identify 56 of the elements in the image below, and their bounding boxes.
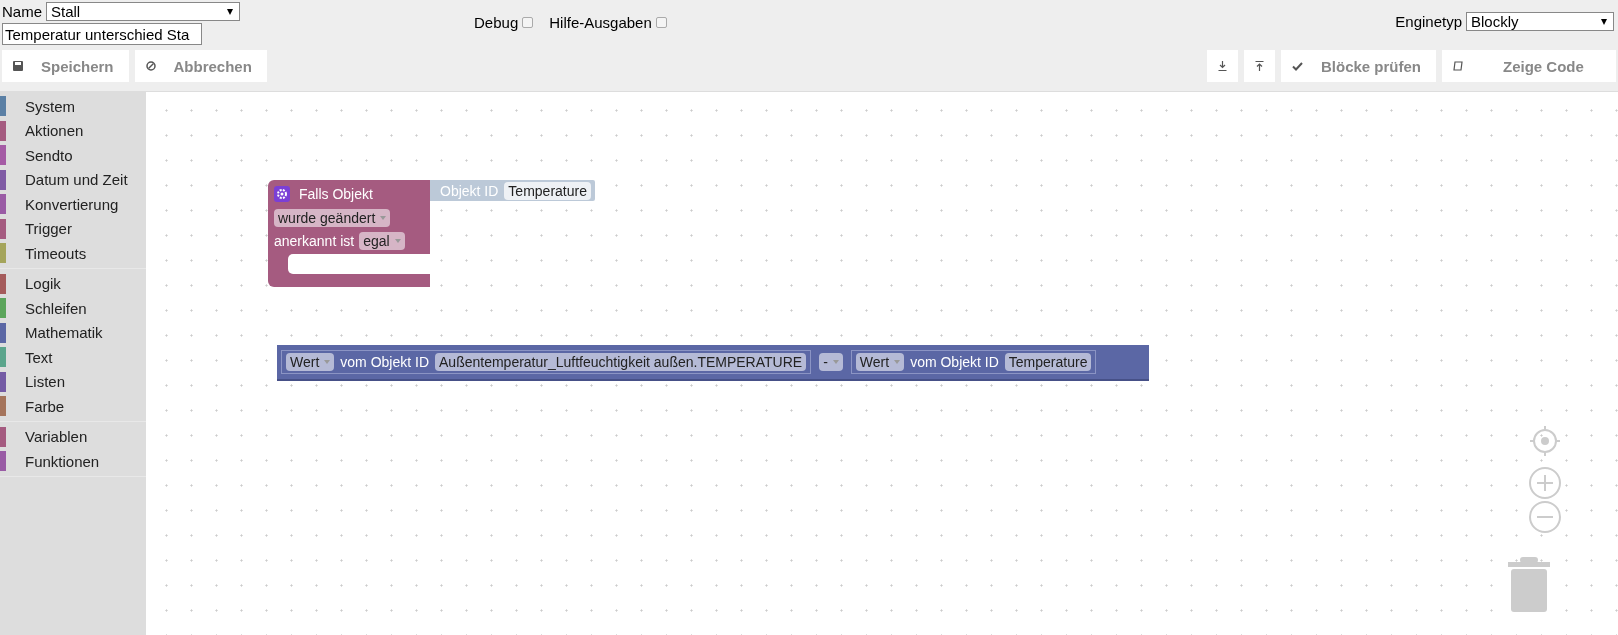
object-value-block[interactable]: Wert vom Objekt ID Außentemperatur_Luftfeuchtigkeit außen.TEMPERATURE xyxy=(281,350,812,374)
engine-dropdown[interactable]: Blockly xyxy=(1466,12,1614,31)
gear-icon xyxy=(274,186,290,202)
object-id-field[interactable]: Temperature xyxy=(504,181,591,200)
category-item[interactable]: Datum und Zeit xyxy=(25,171,128,189)
category-item[interactable]: Mathematik xyxy=(25,324,103,342)
name-label: Name xyxy=(2,3,42,20)
zoom-out-icon[interactable] xyxy=(1529,501,1561,533)
category-item[interactable]: Funktionen xyxy=(25,452,100,470)
category-item[interactable]: Timeouts xyxy=(25,244,87,262)
category-item[interactable]: Schleifen xyxy=(25,299,87,317)
floppy-icon xyxy=(13,61,23,71)
import-button[interactable] xyxy=(1243,50,1275,82)
category-item[interactable]: Aktionen xyxy=(25,122,84,140)
category-item[interactable]: Farbe xyxy=(25,397,65,415)
description-field[interactable]: Temperatur unterschied Sta xyxy=(2,23,202,45)
block-title: Falls Objekt xyxy=(299,186,373,202)
trash-icon[interactable] xyxy=(1508,557,1550,612)
object-id-field[interactable]: Temperature xyxy=(1004,353,1092,371)
help-checkbox[interactable] xyxy=(655,17,667,28)
zoom-in-icon[interactable] xyxy=(1529,467,1561,499)
value-dropdown[interactable]: Wert xyxy=(286,353,335,371)
category-item[interactable]: Listen xyxy=(25,373,66,391)
category-item[interactable]: System xyxy=(25,97,75,115)
recenter-icon[interactable] xyxy=(1529,425,1561,457)
operator-dropdown[interactable]: - xyxy=(819,353,843,371)
check-blocks-button[interactable]: Blöcke prüfen xyxy=(1280,50,1436,82)
object-value-block[interactable]: Wert vom Objekt ID Temperature xyxy=(850,350,1097,374)
export-button[interactable] xyxy=(1206,50,1238,82)
category-item[interactable]: Konvertierung xyxy=(25,195,119,213)
category-item[interactable]: Variablen xyxy=(25,428,88,446)
category-item[interactable]: Text xyxy=(25,348,53,366)
save-button[interactable]: Speichern xyxy=(2,50,129,82)
category-item[interactable]: Logik xyxy=(25,275,61,293)
help-label: Hilfe-Ausgaben xyxy=(549,14,652,31)
object-id-block[interactable]: Objekt ID Temperature xyxy=(430,180,595,201)
category-item[interactable]: Sendto xyxy=(25,146,73,164)
upload-icon xyxy=(1254,61,1264,71)
value-dropdown[interactable]: Wert xyxy=(855,353,905,371)
name-dropdown[interactable]: Stall xyxy=(46,2,240,21)
ban-icon xyxy=(145,61,156,71)
show-code-button[interactable]: Zeige Code xyxy=(1442,50,1616,82)
block-label: anerkannt ist xyxy=(274,233,355,249)
cancel-button[interactable]: Abbrechen xyxy=(134,50,267,82)
category-item[interactable]: Trigger xyxy=(25,220,72,238)
object-id-field[interactable]: Außentemperatur_Luftfeuchtigkeit außen.TEMPERATURE xyxy=(435,353,807,371)
download-icon xyxy=(1217,61,1227,71)
math-block[interactable]: Wert vom Objekt ID Außentemperatur_Luftfeuchtigkeit außen.TEMPERATURE - Wert vom Objekt ID Temperature xyxy=(277,345,1149,381)
event-block[interactable]: Falls Objekt wurde geändert anerkannt ist egal xyxy=(268,180,430,287)
checkmark-icon xyxy=(1291,61,1303,71)
scroll-icon xyxy=(1453,61,1463,71)
debug-label: Debug xyxy=(474,14,519,31)
trigger-dropdown[interactable]: wurde geändert xyxy=(274,209,391,227)
debug-checkbox[interactable] xyxy=(522,17,534,28)
engine-label: Enginetyp xyxy=(1395,13,1462,30)
ack-dropdown[interactable]: egal xyxy=(359,232,405,250)
